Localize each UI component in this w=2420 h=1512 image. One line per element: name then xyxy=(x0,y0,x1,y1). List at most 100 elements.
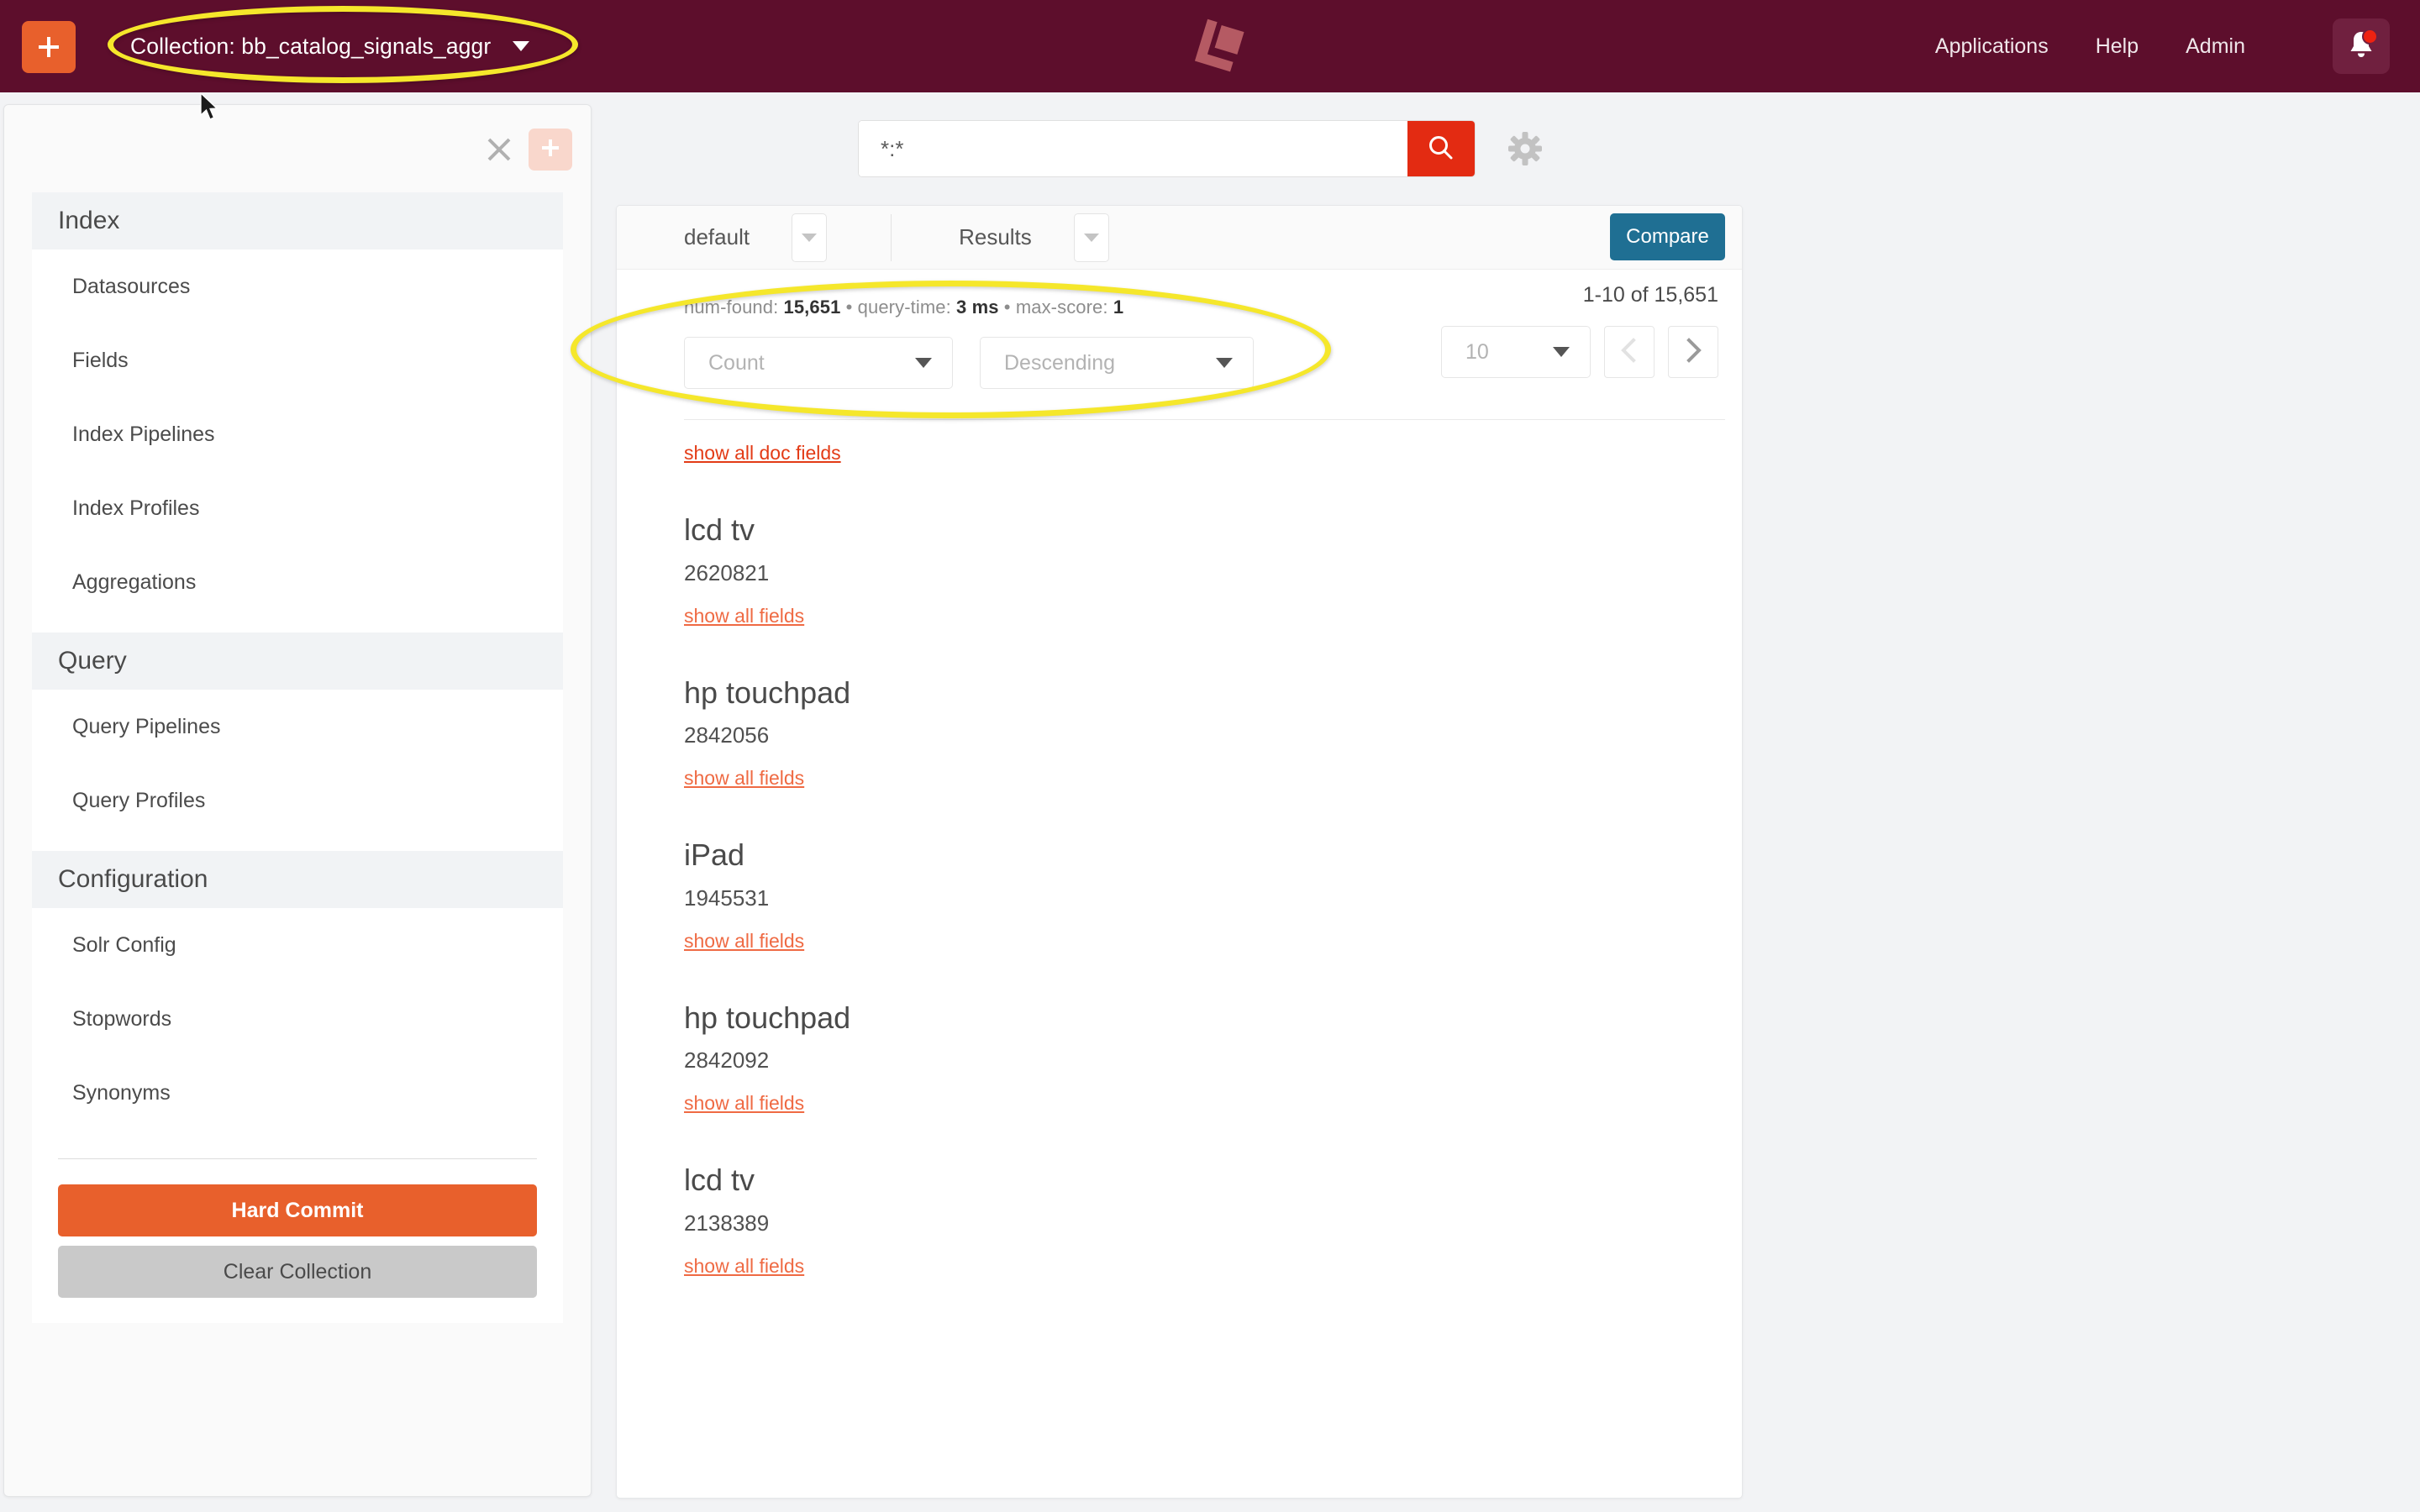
show-all-fields-link[interactable]: show all fields xyxy=(684,930,804,952)
results-list: lcd tv 2620821 show all fields hp touchp… xyxy=(617,465,1742,1278)
stats-separator: • xyxy=(845,297,853,318)
sidebar-item-fields[interactable]: Fields xyxy=(32,323,563,397)
create-new-button[interactable] xyxy=(22,21,76,73)
pagination: 1-10 of 15,651 10 xyxy=(1441,283,1718,378)
plus-icon xyxy=(539,136,562,164)
sidebar-item-index-profiles[interactable]: Index Profiles xyxy=(32,471,563,545)
show-all-doc-fields-link[interactable]: show all doc fields xyxy=(684,442,841,464)
collection-selector[interactable]: Collection: bb_catalog_signals_aggr xyxy=(130,27,530,66)
sidebar-item-solr-config[interactable]: Solr Config xyxy=(32,908,563,982)
nav-item-admin[interactable]: Admin xyxy=(2162,34,2269,59)
show-all-fields-link[interactable]: show all fields xyxy=(684,605,804,627)
result-title: lcd tv xyxy=(684,512,755,547)
results-stats-row: num-found: 15,651 • query-time: 3 ms • m… xyxy=(617,270,1742,389)
search-input[interactable] xyxy=(859,121,1407,176)
page-size-select[interactable]: 10 xyxy=(1441,326,1591,378)
sort-direction-select[interactable]: Descending xyxy=(980,337,1254,389)
chevron-down-icon xyxy=(1553,347,1570,357)
close-icon[interactable] xyxy=(481,132,517,167)
sidebar-actions: Hard Commit Clear Collection xyxy=(32,1159,563,1323)
primary-nav: Applications Help Admin xyxy=(1912,0,2269,92)
hard-commit-button[interactable]: Hard Commit xyxy=(58,1184,537,1236)
clear-collection-button[interactable]: Clear Collection xyxy=(58,1246,537,1298)
search-input-wrapper xyxy=(858,120,1476,177)
sidebar-item-datasources[interactable]: Datasources xyxy=(32,249,563,323)
sidebar-item-synonyms[interactable]: Synonyms xyxy=(32,1056,563,1130)
results-panel: default Results Compare num-found: 15,65… xyxy=(616,205,1743,1499)
chevron-down-icon xyxy=(1216,358,1233,368)
collection-sidebar: Index Datasources Fields Index Pipelines… xyxy=(3,104,592,1497)
sidebar-item-query-pipelines[interactable]: Query Pipelines xyxy=(32,690,563,764)
view-mode-selector[interactable]: Results xyxy=(892,206,1109,270)
sidebar-section-title: Index xyxy=(58,207,120,234)
sidebar-header xyxy=(4,105,591,192)
search-submit-button[interactable] xyxy=(1407,121,1475,176)
result-link-row: show all fields xyxy=(684,1255,1742,1278)
query-time-label: query-time: xyxy=(857,297,951,318)
notifications-button[interactable] xyxy=(2333,18,2390,74)
sidebar-item-aggregations[interactable]: Aggregations xyxy=(32,545,563,619)
query-profile-selector[interactable]: default xyxy=(617,206,828,270)
sort-field-select[interactable]: Count xyxy=(684,337,953,389)
sidebar-item-label: Datasources xyxy=(72,274,191,298)
chevron-down-icon xyxy=(915,358,932,368)
gear-icon xyxy=(1507,132,1543,170)
search-settings-button[interactable] xyxy=(1507,131,1543,166)
max-score-value: 1 xyxy=(1113,297,1124,318)
sidebar-section-items-configuration: Solr Config Stopwords Synonyms Hard Comm… xyxy=(32,908,563,1323)
chevron-left-icon xyxy=(1618,336,1641,369)
result-title: lcd tv xyxy=(684,1163,755,1198)
show-all-fields-link[interactable]: show all fields xyxy=(684,1092,804,1114)
search-bar xyxy=(858,120,1543,177)
chevron-down-icon xyxy=(1083,233,1099,242)
result-item: hp touchpad 2842056 show all fields xyxy=(684,627,1742,790)
sidebar-item-label: Aggregations xyxy=(72,570,197,594)
chevron-right-icon xyxy=(1681,336,1705,369)
result-title: hp touchpad xyxy=(684,675,851,710)
sidebar-section-items-index: Datasources Fields Index Pipelines Index… xyxy=(32,249,563,633)
result-id: 2620821 xyxy=(684,559,770,585)
result-id: 2842092 xyxy=(684,1047,770,1074)
sidebar-item-label: Solr Config xyxy=(72,932,176,957)
previous-page-button[interactable] xyxy=(1604,326,1655,378)
result-title: hp touchpad xyxy=(684,1000,851,1035)
result-id: 2138389 xyxy=(684,1210,770,1236)
collection-selector-label: Collection: bb_catalog_signals_aggr xyxy=(130,33,492,59)
show-all-fields-link[interactable]: show all fields xyxy=(684,1255,804,1277)
sort-field-value: Count xyxy=(708,350,765,375)
sidebar-item-label: Query Profiles xyxy=(72,788,206,812)
view-mode-label: Results xyxy=(959,224,1032,249)
sidebar-section-title: Configuration xyxy=(58,865,208,893)
show-all-doc-fields-row: show all doc fields xyxy=(617,420,1742,465)
sidebar-add-button[interactable] xyxy=(529,129,572,171)
result-link-row: show all fields xyxy=(684,605,1742,627)
sidebar-item-label: Stopwords xyxy=(72,1006,172,1031)
plus-icon xyxy=(35,34,62,60)
result-item: lcd tv 2620821 show all fields xyxy=(684,465,1742,627)
result-item: hp touchpad 2842092 show all fields xyxy=(684,953,1742,1116)
compare-button[interactable]: Compare xyxy=(1610,213,1725,260)
num-found-value: 15,651 xyxy=(783,297,841,318)
sort-direction-value: Descending xyxy=(1004,350,1116,375)
result-link-row: show all fields xyxy=(684,767,1742,790)
sidebar-item-label: Query Pipelines xyxy=(72,714,221,738)
show-all-fields-link[interactable]: show all fields xyxy=(684,767,804,789)
sidebar-section-title: Query xyxy=(58,647,127,675)
sidebar-item-label: Index Pipelines xyxy=(72,422,215,446)
sidebar-item-query-profiles[interactable]: Query Profiles xyxy=(32,764,563,837)
top-navigation-bar: Collection: bb_catalog_signals_aggr Appl… xyxy=(0,0,2420,92)
nav-item-help[interactable]: Help xyxy=(2072,34,2162,59)
next-page-button[interactable] xyxy=(1668,326,1718,378)
result-link-row: show all fields xyxy=(684,1092,1742,1115)
query-profile-dropdown-button[interactable] xyxy=(792,213,828,262)
view-mode-dropdown-button[interactable] xyxy=(1073,213,1109,262)
nav-item-applications[interactable]: Applications xyxy=(1912,34,2072,59)
stats-separator: • xyxy=(1003,297,1011,318)
sidebar-item-label: Fields xyxy=(72,348,129,372)
result-id: 2842056 xyxy=(684,722,770,748)
result-link-row: show all fields xyxy=(684,930,1742,953)
sidebar-section-header-query: Query xyxy=(32,633,563,690)
sidebar-item-index-pipelines[interactable]: Index Pipelines xyxy=(32,397,563,471)
sidebar-item-stopwords[interactable]: Stopwords xyxy=(32,982,563,1056)
panel-toolbar: default Results Compare xyxy=(617,206,1742,270)
